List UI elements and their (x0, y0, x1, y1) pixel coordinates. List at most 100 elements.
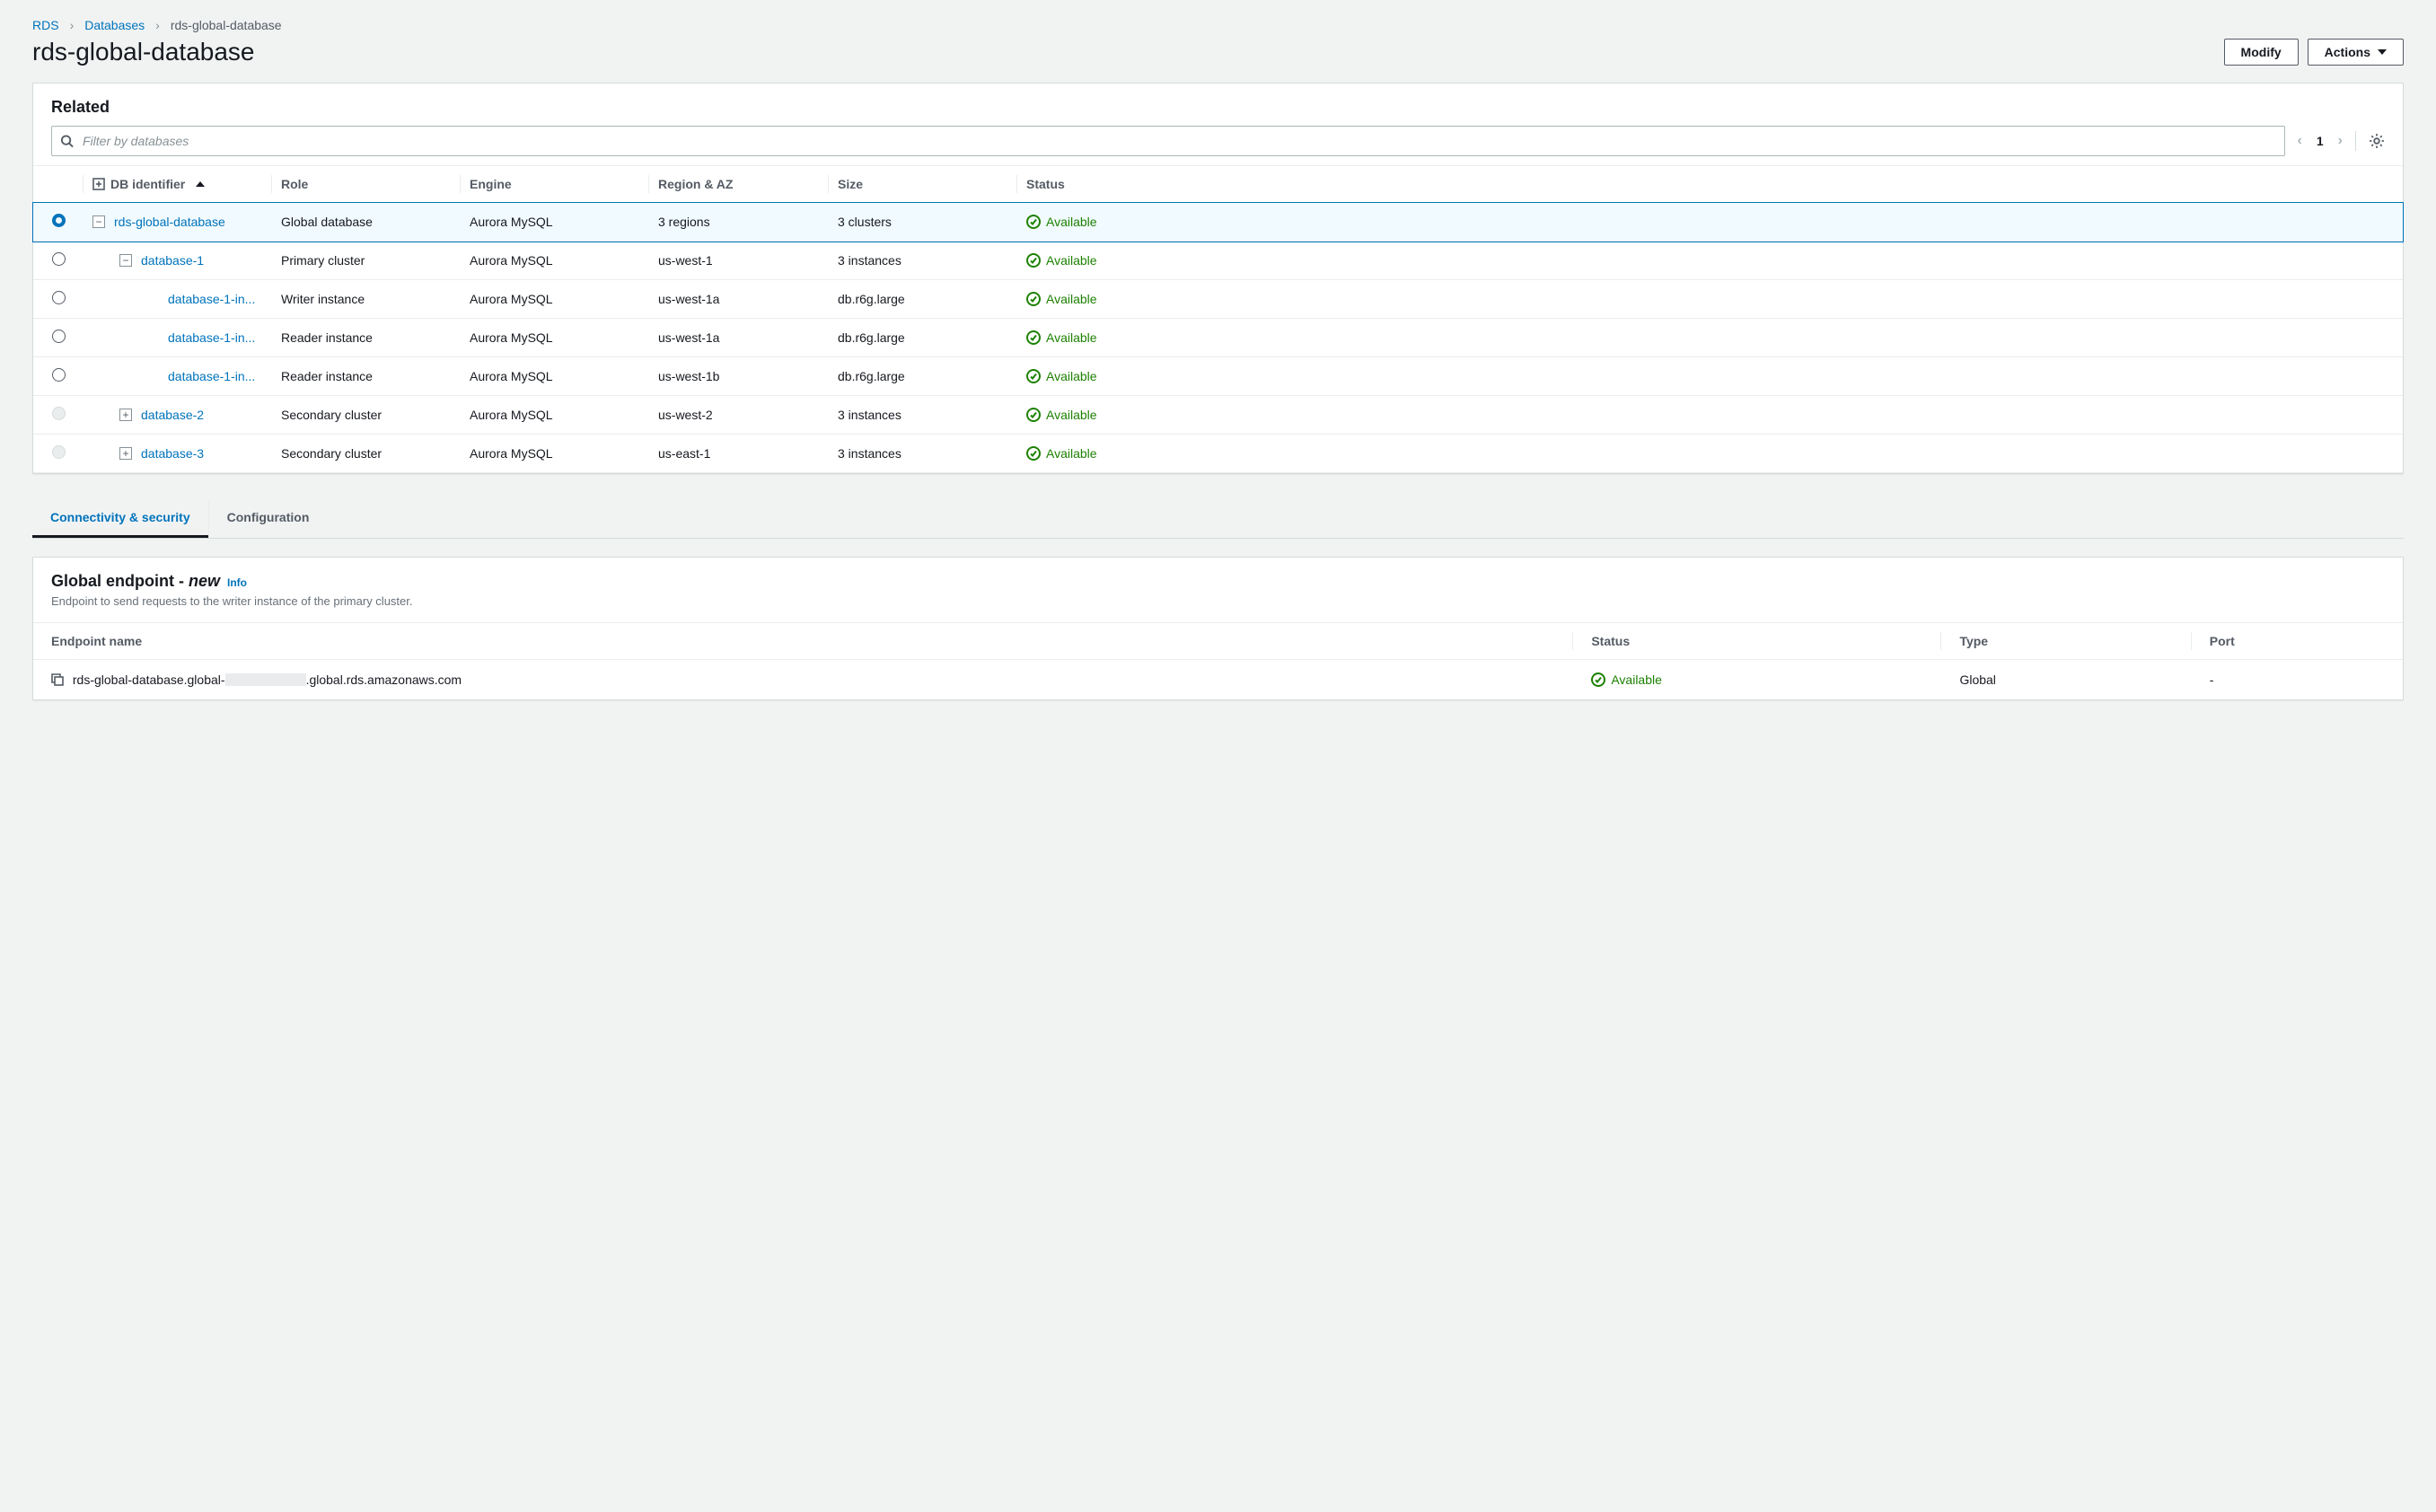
redacted-segment (225, 673, 306, 686)
endpoint-subtitle: Endpoint to send requests to the writer … (51, 594, 2385, 608)
row-radio[interactable] (52, 252, 66, 266)
status-badge: Available (1026, 446, 2394, 461)
cell-size: 3 clusters (829, 203, 1017, 242)
related-title: Related (51, 98, 2385, 117)
cell-engine: Aurora MySQL (461, 280, 649, 319)
col-role[interactable]: Role (272, 166, 461, 203)
row-radio[interactable] (52, 214, 66, 227)
cell-region: 3 regions (649, 203, 829, 242)
cell-region: us-west-1a (649, 280, 829, 319)
row-radio[interactable] (52, 368, 66, 382)
db-identifier-link[interactable]: rds-global-database (114, 215, 225, 229)
divider (2355, 131, 2356, 151)
next-page-button[interactable]: › (2338, 133, 2343, 149)
db-identifier-link[interactable]: database-2 (141, 408, 204, 422)
table-row[interactable]: −rds-global-database Global databaseAuror… (33, 203, 2403, 242)
expand-icon[interactable]: + (119, 409, 132, 421)
expand-icon[interactable]: + (119, 447, 132, 460)
tabs: Connectivity & security Configuration (32, 499, 2404, 539)
col-endpoint-port[interactable]: Port (2192, 623, 2403, 660)
db-identifier-link[interactable]: database-1-in... (168, 369, 255, 383)
page-number: 1 (2317, 134, 2324, 148)
cell-role: Global database (272, 203, 461, 242)
breadcrumb-current: rds-global-database (171, 18, 282, 32)
check-circle-icon (1026, 253, 1041, 268)
col-status[interactable]: Status (1017, 166, 2403, 203)
table-row[interactable]: +database-3Secondary clusterAurora MySQL… (33, 435, 2403, 473)
modify-button[interactable]: Modify (2224, 39, 2299, 66)
cell-region: us-west-2 (649, 396, 829, 435)
endpoint-info-link[interactable]: Info (227, 576, 247, 589)
cell-role: Writer instance (272, 280, 461, 319)
col-size[interactable]: Size (829, 166, 1017, 203)
tab-connectivity-security[interactable]: Connectivity & security (32, 499, 208, 538)
cell-size: 3 instances (829, 396, 1017, 435)
cell-role: Primary cluster (272, 242, 461, 280)
table-row[interactable]: database-1-in... Writer instanceAurora My… (33, 280, 2403, 319)
db-identifier-link[interactable]: database-1-in... (168, 330, 255, 345)
prev-page-button[interactable]: ‹ (2298, 133, 2302, 149)
col-endpoint-status[interactable]: Status (1573, 623, 1941, 660)
cell-role: Reader instance (272, 319, 461, 357)
filter-input[interactable] (51, 126, 2285, 156)
tab-configuration[interactable]: Configuration (208, 499, 328, 538)
table-row[interactable]: −database-1Primary clusterAurora MySQLus… (33, 242, 2403, 280)
col-endpoint-type[interactable]: Type (1941, 623, 2191, 660)
row-radio (52, 445, 66, 459)
caret-down-icon (2378, 49, 2387, 55)
cell-role: Secondary cluster (272, 396, 461, 435)
table-row[interactable]: database-1-in... Reader instanceAurora My… (33, 357, 2403, 396)
cell-engine: Aurora MySQL (461, 203, 649, 242)
cell-role: Reader instance (272, 357, 461, 396)
actions-dropdown[interactable]: Actions (2308, 39, 2404, 66)
chevron-right-icon: › (70, 18, 75, 32)
cell-engine: Aurora MySQL (461, 357, 649, 396)
actions-label: Actions (2325, 45, 2370, 59)
cell-engine: Aurora MySQL (461, 319, 649, 357)
table-row[interactable]: database-1-in... Reader instanceAurora My… (33, 319, 2403, 357)
status-badge: Available (1026, 215, 2394, 229)
cell-size: db.r6g.large (829, 357, 1017, 396)
gear-icon[interactable] (2369, 133, 2385, 149)
endpoint-port: - (2192, 660, 2403, 700)
check-circle-icon (1026, 215, 1041, 229)
check-circle-icon (1591, 672, 1605, 687)
cell-region: us-west-1b (649, 357, 829, 396)
sort-asc-icon (196, 181, 205, 187)
check-circle-icon (1026, 292, 1041, 306)
endpoint-status: Available (1591, 672, 1923, 687)
breadcrumb: RDS › Databases › rds-global-database (32, 18, 2404, 32)
pagination: ‹ 1 › (2298, 133, 2343, 149)
copy-icon[interactable] (51, 673, 64, 686)
cell-role: Secondary cluster (272, 435, 461, 473)
breadcrumb-rds[interactable]: RDS (32, 18, 59, 32)
databases-table: DB identifier Role Engine Region & AZ Si… (33, 165, 2403, 473)
status-badge: Available (1026, 253, 2394, 268)
row-radio[interactable] (52, 330, 66, 343)
db-identifier-link[interactable]: database-3 (141, 446, 204, 461)
row-radio[interactable] (52, 291, 66, 304)
cell-size: db.r6g.large (829, 319, 1017, 357)
related-panel: Related ‹ 1 › DB identifier (32, 83, 2404, 474)
collapse-icon[interactable]: − (92, 215, 105, 228)
col-engine[interactable]: Engine (461, 166, 649, 203)
breadcrumb-databases[interactable]: Databases (84, 18, 145, 32)
expand-all-icon[interactable] (92, 178, 105, 190)
db-identifier-link[interactable]: database-1-in... (168, 292, 255, 306)
status-badge: Available (1026, 330, 2394, 345)
endpoint-name-cell: rds-global-database.global-.global.rds.a… (33, 660, 1573, 700)
endpoint-title: Global endpoint - new (51, 572, 220, 591)
endpoint-type: Global (1941, 660, 2191, 700)
col-select (33, 166, 84, 203)
col-endpoint-name[interactable]: Endpoint name (33, 623, 1573, 660)
collapse-icon[interactable]: − (119, 254, 132, 267)
cell-size: db.r6g.large (829, 280, 1017, 319)
cell-region: us-east-1 (649, 435, 829, 473)
row-radio (52, 407, 66, 420)
col-region-az[interactable]: Region & AZ (649, 166, 829, 203)
status-badge: Available (1026, 408, 2394, 422)
endpoints-table: Endpoint name Status Type Port rds-globa… (33, 622, 2403, 699)
col-db-identifier[interactable]: DB identifier (84, 166, 272, 203)
table-row[interactable]: +database-2Secondary clusterAurora MySQL… (33, 396, 2403, 435)
db-identifier-link[interactable]: database-1 (141, 253, 204, 268)
